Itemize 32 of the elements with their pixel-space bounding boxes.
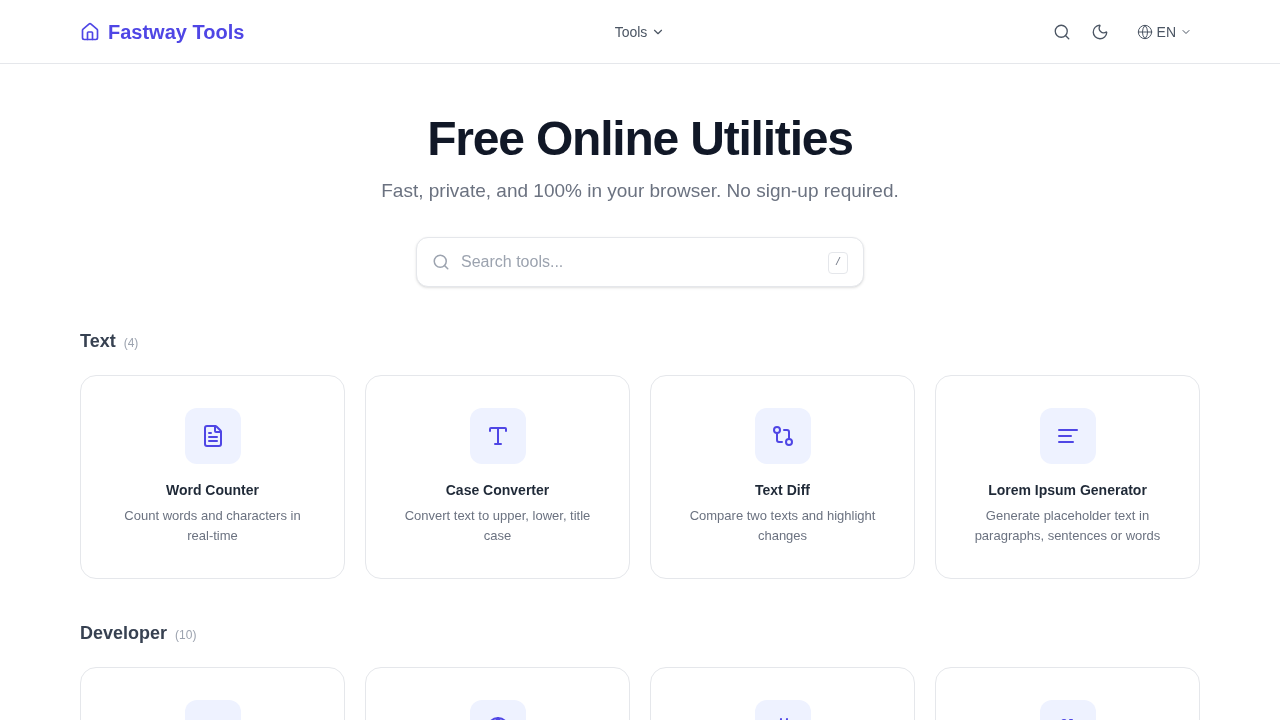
- tool-card[interactable]: Lorem Ipsum Generator Generate placeholder text in paragraphs, sentences or words: [935, 375, 1200, 579]
- tool-card[interactable]: Case Converter Convert text to upper, lower, title case: [365, 375, 630, 579]
- page-title: Free Online Utilities: [427, 115, 853, 163]
- tool-card[interactable]: Word Counter Count words and characters in real-time: [80, 375, 345, 579]
- tool-title: Text Diff: [755, 481, 810, 500]
- section-count: (10): [175, 627, 197, 643]
- tool-title: Word Counter: [165, 481, 260, 500]
- search-icon: [432, 253, 450, 271]
- page-subtitle: Fast, private, and 100% in your browser. No sign-up required.: [381, 179, 899, 203]
- section-count: (4): [123, 335, 139, 351]
- keyboard-shortcut: /: [828, 252, 848, 274]
- tool-title: Lorem Ipsum Generator: [988, 481, 1147, 500]
- search-icon: [1052, 22, 1071, 41]
- moon-icon: [1090, 22, 1109, 41]
- language-button[interactable]: EN: [1128, 15, 1200, 48]
- text-lines-icon: [1039, 408, 1096, 464]
- section-title: Developer: [80, 622, 168, 645]
- tool-title: Case Converter: [445, 481, 550, 500]
- tools-menu-button[interactable]: Tools: [606, 17, 674, 46]
- tool-card[interactable]: Text Diff Compare two texts and highlight changes: [650, 375, 915, 579]
- site-logo[interactable]: Fastway Tools: [80, 17, 245, 46]
- compare-icon: [754, 408, 811, 464]
- tool-description: Convert text to upper, lower, title case: [403, 507, 592, 545]
- globe-icon: [1136, 23, 1153, 40]
- tool-description: Count words and characters in real-time: [123, 507, 302, 545]
- document-icon: [184, 408, 241, 464]
- letter-t-icon: [469, 408, 526, 464]
- section-title: Text: [80, 330, 116, 353]
- tool-description: Compare two texts and highlight changes: [688, 507, 877, 545]
- house-icon: [80, 21, 100, 42]
- tool-description: Generate placeholder text in paragraphs, sentences or words: [973, 507, 1162, 545]
- logo-text: Fastway Tools: [108, 19, 245, 45]
